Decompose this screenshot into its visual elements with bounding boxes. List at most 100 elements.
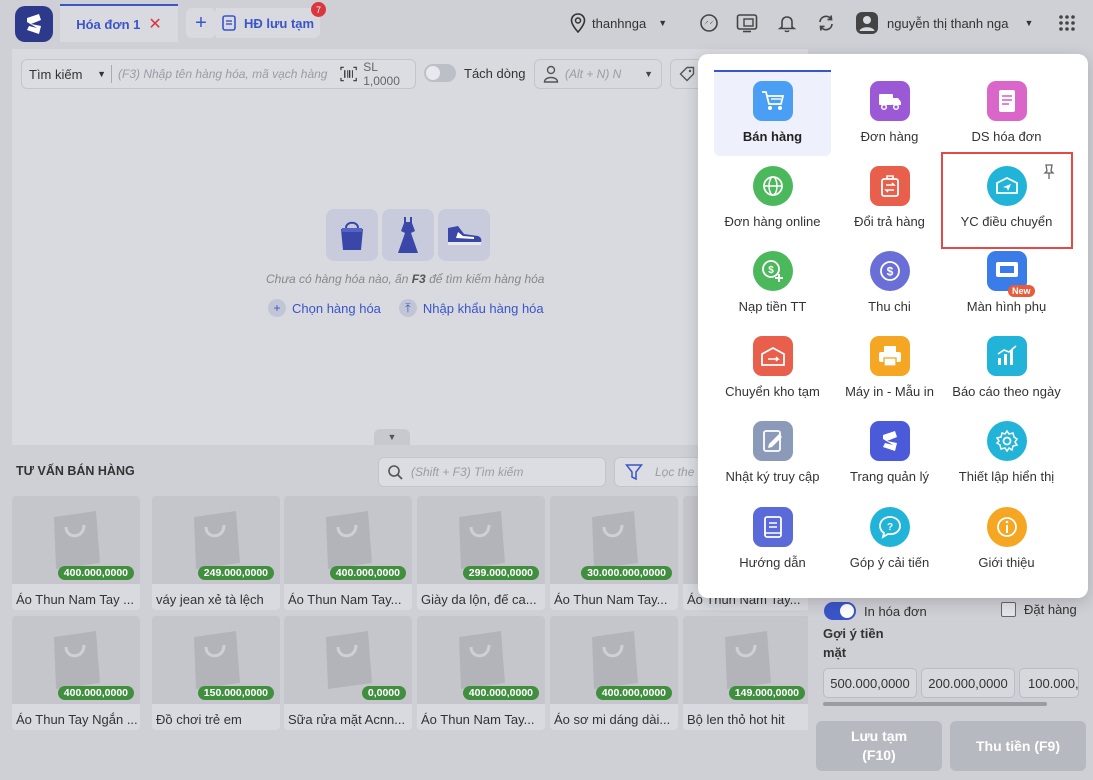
search-mode-select[interactable]: Tìm kiếm ▼ bbox=[22, 65, 112, 83]
chevron-down-icon: ▼ bbox=[387, 432, 397, 442]
cash-option-button[interactable]: 100.000, bbox=[1019, 668, 1079, 698]
menu-item-feedback[interactable]: ? Góp ý cải tiến bbox=[831, 496, 948, 582]
branch-name: thanhnga bbox=[592, 15, 647, 31]
product-price: 149.000,0000 bbox=[728, 686, 805, 700]
product-card[interactable]: 30.000.000,0000 Áo Thun Nam Tay... bbox=[550, 496, 678, 610]
menu-item-invoice-list[interactable]: DS hóa đơn bbox=[948, 70, 1065, 156]
monitor-icon: New bbox=[986, 251, 1035, 297]
menu-item-admin[interactable]: Trang quản lý bbox=[831, 410, 948, 496]
import-product-link[interactable]: ⤒ Nhập khẩu hàng hóa bbox=[398, 299, 544, 317]
menu-item-printer[interactable]: Máy in - Mẫu in bbox=[831, 325, 948, 411]
product-name: Áo sơ mi dáng dài... bbox=[554, 712, 671, 727]
messenger-icon[interactable] bbox=[697, 11, 721, 35]
product-name: Đồ chơi trẻ em bbox=[156, 712, 242, 727]
bell-icon[interactable] bbox=[775, 11, 799, 35]
customer-placeholder: (Alt + N) N bbox=[565, 67, 622, 81]
menu-item-label: Máy in - Mẫu in bbox=[845, 384, 934, 399]
shopping-bag-icon bbox=[725, 631, 771, 689]
search-input[interactable]: (F3) Nhập tên hàng hóa, mã vạch hàng bbox=[112, 67, 340, 81]
menu-item-report[interactable]: Báo cáo theo ngày bbox=[948, 325, 1065, 411]
shopping-bag-icon bbox=[592, 631, 638, 689]
product-card[interactable]: 149.000,0000 Bộ len thỏ hot hit bbox=[683, 616, 808, 730]
split-line-switch[interactable] bbox=[424, 64, 456, 82]
user-name: nguyễn thị thanh nga bbox=[887, 15, 1009, 31]
product-card[interactable]: 400.000,0000 Áo sơ mi dáng dài... bbox=[550, 616, 678, 730]
user-menu[interactable]: nguyễn thị thanh nga ▼ bbox=[855, 10, 1033, 36]
cash-option-button[interactable]: 200.000,0000 bbox=[921, 668, 1015, 698]
branch-selector[interactable]: thanhnga ▼ bbox=[570, 10, 667, 36]
choose-product-link[interactable]: + Chọn hàng hóa bbox=[268, 299, 381, 317]
product-search-bar[interactable]: Tìm kiếm ▼ (F3) Nhập tên hàng hóa, mã vạ… bbox=[21, 59, 416, 89]
cash-options: 500.000,0000 200.000,0000 100.000, bbox=[823, 668, 1079, 698]
print-invoice-toggle[interactable]: In hóa đơn bbox=[824, 602, 927, 620]
saved-invoices-tab[interactable]: HĐ lưu tạm 7 bbox=[216, 2, 326, 38]
product-card[interactable]: 400.000,0000 Áo Thun Tay Ngắn ... bbox=[12, 616, 140, 730]
product-card[interactable]: 400.000,0000 Áo Thun Nam Tay ... bbox=[12, 496, 140, 610]
split-line-toggle[interactable]: Tách dòng bbox=[424, 64, 525, 82]
shopping-bag-icon bbox=[194, 631, 240, 689]
sync-icon[interactable] bbox=[814, 11, 838, 35]
app-logo[interactable] bbox=[15, 6, 53, 42]
menu-item-globe[interactable]: Đơn hàng online bbox=[714, 155, 831, 241]
cash-options-scrollbar[interactable] bbox=[823, 702, 1047, 706]
menu-item-label: Đổi trả hàng bbox=[854, 214, 925, 229]
menu-item-dollar[interactable]: $ Thu chi bbox=[831, 240, 948, 326]
advisory-filter-placeholder: Lọc the bbox=[655, 465, 695, 479]
close-icon[interactable]: ✕ bbox=[148, 14, 161, 34]
svg-text:$: $ bbox=[768, 265, 774, 276]
tab-invoice-1[interactable]: Hóa đơn 1 ✕ bbox=[60, 4, 178, 42]
advisory-search-placeholder: (Shift + F3) Tìm kiếm bbox=[411, 465, 524, 479]
new-badge: New bbox=[1007, 285, 1035, 297]
product-card[interactable]: 299.000,0000 Giày da lộn, đế ca... bbox=[417, 496, 545, 610]
order-checkbox[interactable]: Đặt hàng bbox=[1001, 602, 1077, 617]
info-icon bbox=[986, 507, 1027, 547]
menu-item-cart[interactable]: Bán hàng bbox=[714, 70, 831, 156]
menu-item-info[interactable]: Giới thiệu bbox=[948, 496, 1065, 582]
menu-item-topup[interactable]: $ Nạp tiền TT bbox=[714, 240, 831, 326]
return-icon bbox=[869, 166, 910, 206]
menu-item-truck[interactable]: Đơn hàng bbox=[831, 70, 948, 156]
product-card[interactable]: 400.000,0000 Áo Thun Nam Tay... bbox=[417, 616, 545, 730]
customer-search[interactable]: (Alt + N) N ▼ bbox=[534, 59, 662, 89]
print-invoice-switch[interactable] bbox=[824, 602, 856, 620]
logo-icon bbox=[27, 14, 41, 34]
menu-item-label: Nhật ký truy cập bbox=[725, 469, 820, 484]
menu-item-log[interactable]: Nhật ký truy cập bbox=[714, 410, 831, 496]
add-tab-button[interactable]: + bbox=[186, 8, 216, 38]
order-label: Đặt hàng bbox=[1024, 602, 1077, 617]
plus-icon: + bbox=[268, 299, 286, 317]
screen-icon[interactable] bbox=[735, 11, 759, 35]
menu-item-warehouse[interactable]: Chuyển kho tạm bbox=[714, 325, 831, 411]
product-card[interactable]: 150.000,0000 Đồ chơi trẻ em bbox=[152, 616, 280, 730]
product-card[interactable]: 249.000,0000 váy jean xẻ tà lệch bbox=[152, 496, 280, 610]
bag-icon bbox=[326, 209, 378, 261]
product-name: Áo Thun Nam Tay... bbox=[288, 592, 402, 607]
menu-item-settings[interactable]: Thiết lập hiển thị bbox=[948, 410, 1065, 496]
pay-button[interactable]: Thu tiền (F9) bbox=[950, 721, 1086, 771]
product-price: 400.000,0000 bbox=[595, 686, 672, 700]
top-bar: Hóa đơn 1 ✕ + HĐ lưu tạm 7 thanhnga ▼ ng… bbox=[0, 0, 1093, 48]
save-draft-button[interactable]: Lưu tạm (F10) bbox=[816, 721, 942, 771]
product-card[interactable]: 400.000,0000 Áo Thun Nam Tay... bbox=[284, 496, 412, 610]
menu-item-label: Màn hình phụ bbox=[966, 299, 1047, 314]
menu-item-return[interactable]: Đổi trả hàng bbox=[831, 155, 948, 241]
app-grid-icon[interactable] bbox=[1055, 11, 1079, 35]
product-price: 400.000,0000 bbox=[329, 566, 406, 580]
menu-item-label: Trang quản lý bbox=[849, 469, 929, 484]
menu-item-monitor[interactable]: New Màn hình phụ bbox=[948, 240, 1065, 326]
order-checkbox-box[interactable] bbox=[1001, 602, 1016, 617]
product-card[interactable]: 0,0000 Sữa rửa mặt Acnn... bbox=[284, 616, 412, 730]
menu-item-label: Đơn hàng bbox=[860, 129, 919, 144]
product-grid: 400.000,0000 Áo Thun Nam Tay ... 249.000,0… bbox=[12, 496, 808, 746]
barcode-icon[interactable] bbox=[340, 66, 357, 82]
menu-item-book[interactable]: Hướng dẫn bbox=[714, 496, 831, 582]
search-mode-label: Tìm kiếm bbox=[29, 66, 83, 82]
advisory-title: TƯ VẤN BÁN HÀNG bbox=[16, 464, 135, 478]
topup-icon: $ bbox=[752, 251, 793, 291]
product-price: 150.000,0000 bbox=[197, 686, 274, 700]
advisory-search-input[interactable]: (Shift + F3) Tìm kiếm bbox=[378, 457, 606, 487]
collapse-toggle[interactable]: ▼ bbox=[374, 429, 410, 445]
quantity-field[interactable]: SL 1,0000 bbox=[340, 60, 415, 88]
cash-option-button[interactable]: 500.000,0000 bbox=[823, 668, 917, 698]
pin-icon[interactable] bbox=[1042, 164, 1056, 180]
